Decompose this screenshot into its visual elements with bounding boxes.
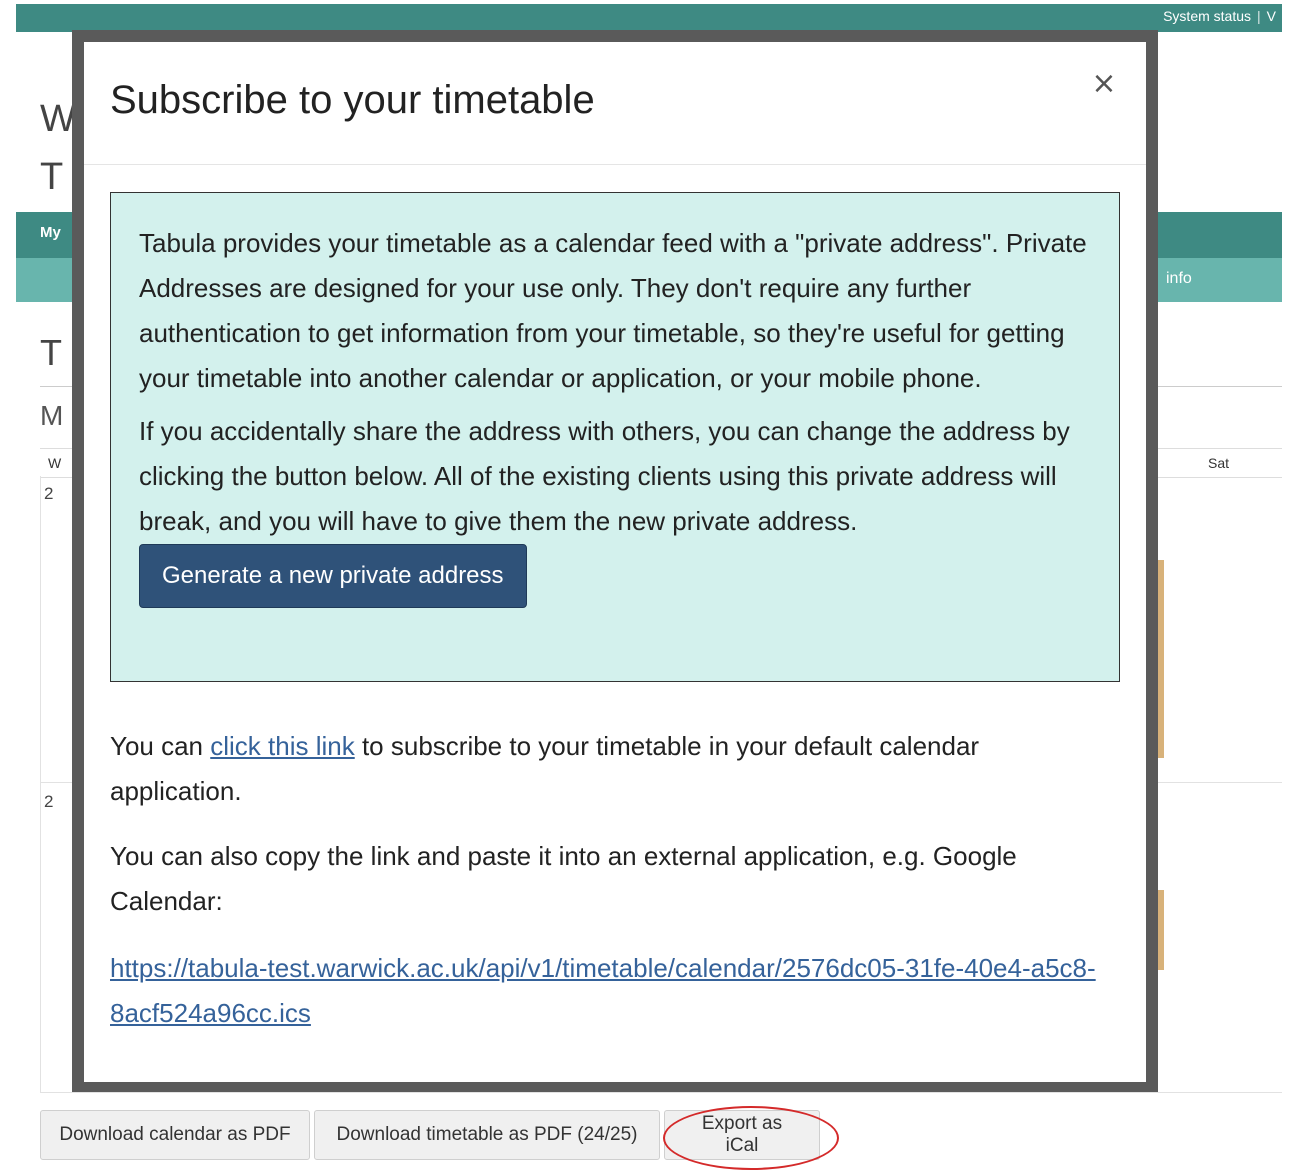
info-paragraph: If you accidentally share the address wi… — [139, 416, 1070, 536]
private-address-info-box: Tabula provides your timetable as a cale… — [110, 192, 1120, 682]
modal-title: Subscribe to your timetable — [110, 78, 595, 122]
subscribe-instructions: You can click this link to subscribe to … — [110, 724, 1100, 814]
close-icon[interactable]: × — [1088, 68, 1120, 100]
subscribe-prefix: You can — [110, 731, 211, 761]
modal-header: Subscribe to your timetable × — [84, 42, 1146, 165]
subscribe-modal: Subscribe to your timetable × Tabula pro… — [84, 42, 1146, 1082]
copy-link-instructions: You can also copy the link and paste it … — [110, 841, 1017, 916]
feed-url-paragraph: https://tabula-test.warwick.ac.uk/api/v1… — [110, 946, 1100, 1036]
subscribe-link[interactable]: click this link — [210, 731, 354, 761]
calendar-feed-url-link[interactable]: https://tabula-test.warwick.ac.uk/api/v1… — [110, 953, 1096, 1028]
info-paragraph: Tabula provides your timetable as a cale… — [139, 228, 1087, 393]
generate-private-address-button[interactable]: Generate a new private address — [139, 544, 527, 608]
